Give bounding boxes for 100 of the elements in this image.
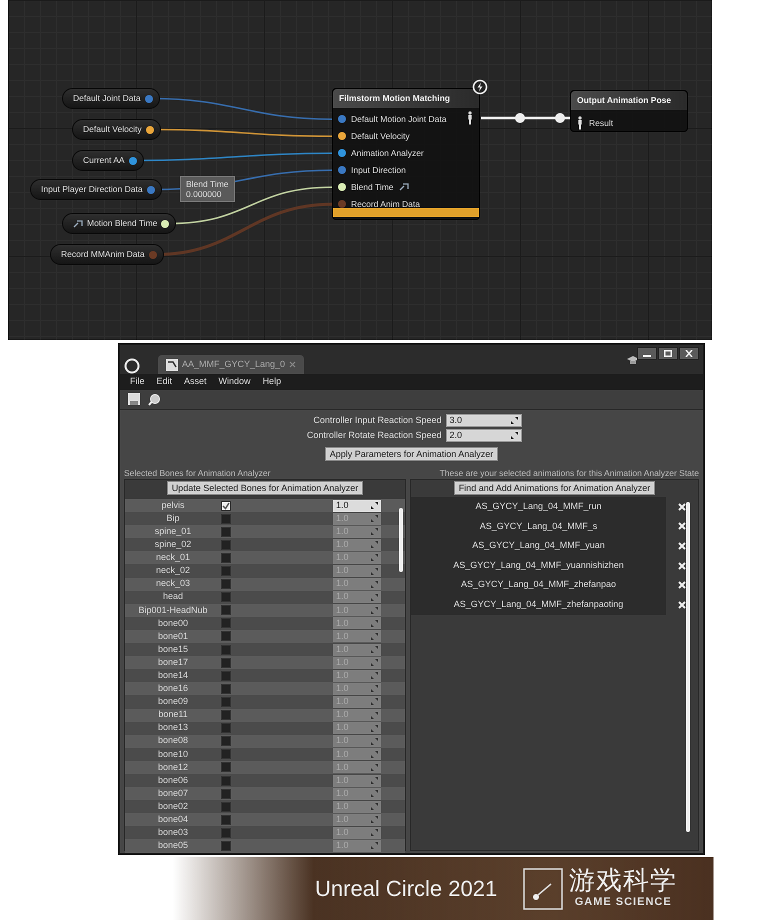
update-button[interactable]: Update Selected Bones for Animation Analyzer bbox=[166, 481, 364, 495]
animation-name[interactable]: AS_GYCY_Lang_04_MMF_s bbox=[480, 520, 598, 534]
menu-item[interactable]: Asset bbox=[178, 375, 213, 389]
checkbox[interactable] bbox=[221, 710, 231, 720]
bone-name: bone10 bbox=[156, 748, 190, 761]
bone-name: bone09 bbox=[156, 695, 190, 708]
number-field[interactable]: 2.0 bbox=[446, 428, 522, 442]
find-button[interactable]: Find and Add Animations for Animation Analyzer bbox=[454, 481, 656, 495]
animation-name[interactable]: AS_GYCY_Lang_04_MMF_zhefanpaoting bbox=[454, 598, 624, 612]
event-title: Unreal Circle 2021 bbox=[315, 875, 498, 903]
reroute-node[interactable] bbox=[515, 113, 525, 123]
checkbox[interactable] bbox=[221, 696, 231, 707]
node-label: Default Joint Data bbox=[73, 92, 141, 105]
checkbox[interactable] bbox=[221, 540, 231, 550]
checkbox[interactable] bbox=[221, 566, 231, 576]
pin-label: Default Motion Joint Data bbox=[351, 112, 446, 126]
spinner-icon bbox=[371, 528, 378, 536]
bone-name: head bbox=[162, 590, 184, 604]
variable-node[interactable]: Input Player Direction Data bbox=[30, 179, 162, 200]
remove-icon[interactable] bbox=[678, 542, 686, 550]
logo-icon bbox=[523, 868, 564, 910]
animation-name[interactable]: AS_GYCY_Lang_04_MMF_yuannishizhen bbox=[453, 558, 624, 572]
checkbox[interactable] bbox=[221, 723, 231, 734]
checkbox[interactable] bbox=[221, 828, 231, 838]
node-label: Record MMAnim Data bbox=[61, 248, 145, 261]
spinner-icon bbox=[371, 724, 378, 732]
maximize-button[interactable] bbox=[658, 347, 678, 360]
number-field[interactable]: 3.0 bbox=[446, 414, 522, 428]
bone-name: spine_01 bbox=[154, 524, 192, 538]
output-node[interactable]: Output Animation Pose Result bbox=[570, 90, 688, 132]
checkbox[interactable] bbox=[221, 762, 231, 772]
checkbox[interactable] bbox=[221, 840, 231, 851]
bone-name: bone12 bbox=[156, 760, 190, 774]
menu-item[interactable]: Window bbox=[212, 375, 257, 389]
checkbox[interactable] bbox=[221, 605, 231, 616]
checkbox[interactable] bbox=[221, 788, 231, 799]
spinner-icon bbox=[371, 515, 378, 522]
tooltip-value: 0.000000 bbox=[186, 189, 222, 200]
variable-node[interactable]: Motion Blend Time bbox=[62, 213, 176, 234]
bone-name: neck_02 bbox=[154, 564, 192, 578]
scrollbar[interactable] bbox=[399, 508, 403, 572]
animation-name[interactable]: AS_GYCY_Lang_04_MMF_run bbox=[475, 500, 602, 514]
variable-node[interactable]: Default Joint Data bbox=[62, 88, 160, 109]
checkbox[interactable] bbox=[221, 579, 231, 590]
variable-node[interactable]: Record MMAnim Data bbox=[50, 244, 164, 265]
apply-button[interactable]: Apply Parameters for Animation Analyzer bbox=[324, 447, 498, 461]
checkbox[interactable] bbox=[221, 500, 231, 511]
number-field[interactable]: 1.0 bbox=[333, 500, 381, 512]
function-node[interactable]: Filmstorm Motion Matching Default Motion Joint Data Default Velocity Animation Analyzer Input Direction Blend Time Record Anim Data bbox=[332, 88, 480, 220]
remove-icon[interactable] bbox=[678, 522, 686, 530]
node-title: Filmstorm Motion Matching bbox=[333, 89, 479, 108]
checkbox[interactable] bbox=[221, 670, 231, 681]
checkbox[interactable] bbox=[221, 684, 231, 694]
remove-icon[interactable] bbox=[678, 562, 686, 570]
node-title: Output Animation Pose bbox=[571, 91, 687, 110]
minimize-button[interactable] bbox=[637, 347, 657, 360]
pin-label: Record Anim Data bbox=[351, 198, 420, 211]
close-button[interactable] bbox=[679, 347, 699, 360]
spinner-icon bbox=[371, 777, 378, 784]
brand-name: 游戏科学 bbox=[569, 866, 678, 894]
spinner-icon bbox=[371, 620, 378, 627]
remove-icon[interactable] bbox=[678, 600, 686, 609]
menu-item[interactable]: File bbox=[124, 375, 151, 389]
checkbox[interactable] bbox=[221, 814, 231, 825]
animation-name[interactable]: AS_GYCY_Lang_04_MMF_zhefanpao bbox=[460, 578, 616, 592]
link-icon bbox=[398, 182, 409, 192]
checkbox[interactable] bbox=[221, 749, 231, 760]
animation-name[interactable]: AS_GYCY_Lang_04_MMF_yuan bbox=[472, 539, 605, 553]
pin-label: Default Velocity bbox=[351, 130, 410, 143]
spinner-icon bbox=[371, 712, 378, 719]
checkbox[interactable] bbox=[221, 736, 231, 746]
checkbox[interactable] bbox=[221, 802, 231, 812]
spinner-icon bbox=[371, 606, 378, 614]
checkbox[interactable] bbox=[221, 776, 231, 786]
pin-label: Animation Analyzer bbox=[351, 146, 424, 160]
checkbox[interactable] bbox=[221, 552, 231, 563]
node-label: Default Velocity bbox=[83, 123, 142, 136]
document-tab[interactable]: AA_MMF_GYCY_Lang_0 bbox=[158, 355, 304, 374]
menu-item[interactable]: Edit bbox=[150, 375, 178, 389]
checkbox[interactable] bbox=[221, 658, 231, 668]
reroute-node[interactable] bbox=[555, 113, 565, 123]
checkbox[interactable] bbox=[221, 514, 231, 524]
checkbox[interactable] bbox=[221, 631, 231, 642]
menu-item[interactable]: Help bbox=[256, 375, 288, 389]
close-icon[interactable] bbox=[289, 361, 296, 368]
scrollbar[interactable] bbox=[686, 502, 690, 832]
variable-node[interactable]: Default Velocity bbox=[72, 119, 161, 140]
checkbox[interactable] bbox=[221, 644, 231, 655]
bone-name: Bip001-HeadNub bbox=[137, 604, 209, 617]
link-icon bbox=[73, 218, 83, 228]
checkbox[interactable] bbox=[221, 592, 231, 602]
bone-name: bone06 bbox=[156, 774, 190, 787]
checkbox[interactable] bbox=[221, 526, 231, 537]
bone-name: spine_02 bbox=[154, 538, 192, 552]
remove-icon[interactable] bbox=[678, 502, 686, 511]
node-label: Motion Blend Time bbox=[87, 217, 158, 230]
variable-node[interactable]: Current AA bbox=[72, 150, 144, 171]
checkbox[interactable] bbox=[221, 618, 231, 628]
remove-icon[interactable] bbox=[678, 581, 686, 590]
node-label: Current AA bbox=[83, 154, 125, 167]
